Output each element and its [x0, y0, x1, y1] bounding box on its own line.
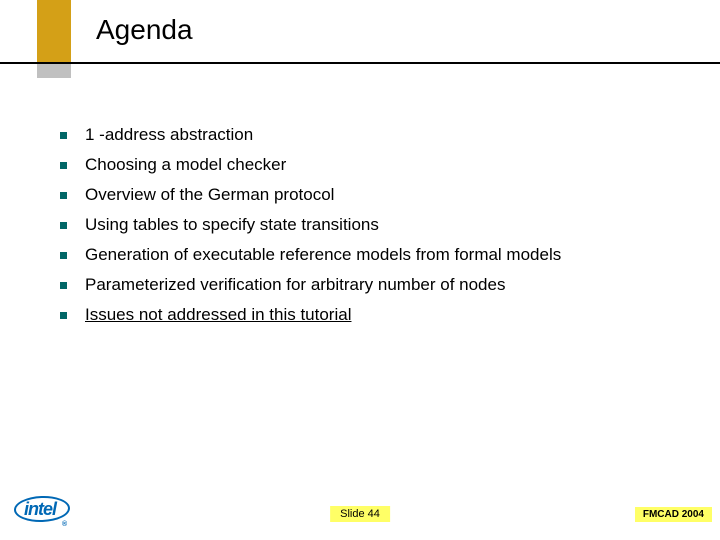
list-item: Choosing a model checker: [60, 154, 680, 177]
slide-footer: intel ® Slide 44 FMCAD 2004: [0, 500, 720, 530]
slide-title: Agenda: [96, 14, 193, 46]
bullet-text: Overview of the German protocol: [85, 184, 334, 207]
list-item: 1 -address abstraction: [60, 124, 680, 147]
bullet-icon: [60, 192, 67, 199]
list-item: Issues not addressed in this tutorial: [60, 304, 680, 327]
list-item: Using tables to specify state transition…: [60, 214, 680, 237]
bullet-icon: [60, 132, 67, 139]
accent-block-gold: [37, 0, 71, 62]
bullet-icon: [60, 162, 67, 169]
bullet-icon: [60, 222, 67, 229]
logo-text: intel: [18, 497, 62, 521]
list-item: Parameterized verification for arbitrary…: [60, 274, 680, 297]
bullet-text: Parameterized verification for arbitrary…: [85, 274, 505, 297]
list-item: Generation of executable reference model…: [60, 244, 680, 267]
bullet-text: Issues not addressed in this tutorial: [85, 304, 351, 327]
accent-block-grey: [37, 62, 71, 78]
bullet-text: Choosing a model checker: [85, 154, 286, 177]
bullet-icon: [60, 252, 67, 259]
list-item: Overview of the German protocol: [60, 184, 680, 207]
trademark-icon: ®: [62, 521, 66, 528]
slide-header: Agenda: [0, 0, 720, 78]
bullet-text: Using tables to specify state transition…: [85, 214, 379, 237]
intel-logo: intel ®: [18, 498, 66, 522]
slide-number: Slide 44: [330, 506, 390, 522]
bullet-icon: [60, 312, 67, 319]
bullet-text: Generation of executable reference model…: [85, 244, 561, 267]
conference-label: FMCAD 2004: [635, 507, 712, 522]
bullet-icon: [60, 282, 67, 289]
bullet-list: 1 -address abstraction Choosing a model …: [60, 124, 680, 334]
bullet-text: 1 -address abstraction: [85, 124, 253, 147]
header-divider: [0, 62, 720, 64]
